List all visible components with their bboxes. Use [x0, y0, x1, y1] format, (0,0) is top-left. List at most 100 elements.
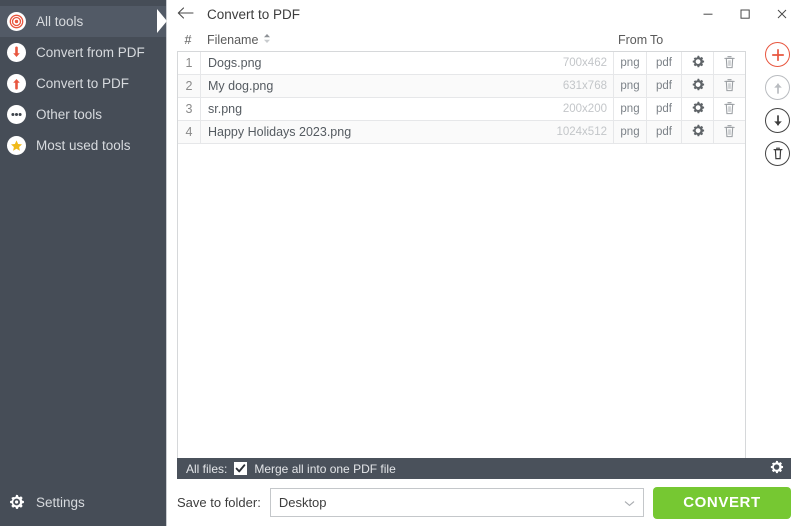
- file-list-area: # Filename From To 1 Dogs.png 700x462 pn…: [167, 28, 800, 458]
- gear-icon: [691, 78, 705, 95]
- row-number: 4: [178, 121, 201, 143]
- row-from-format: png: [614, 52, 647, 74]
- window-title: Convert to PDF: [207, 6, 301, 22]
- maximize-button[interactable]: [726, 0, 763, 28]
- window-controls: [689, 0, 800, 28]
- sort-icon[interactable]: [263, 33, 271, 47]
- main-panel: Convert to PDF # Filename From To 1 Dogs…: [166, 0, 800, 526]
- close-button[interactable]: [763, 0, 800, 28]
- table-row[interactable]: 1 Dogs.png 700x462 png pdf: [178, 52, 745, 75]
- chevron-down-icon: [624, 495, 635, 510]
- table-row[interactable]: 4 Happy Holidays 2023.png 1024x512 png p…: [178, 121, 745, 144]
- all-files-label: All files:: [186, 461, 228, 476]
- merge-checkbox[interactable]: [234, 462, 248, 475]
- move-down-button[interactable]: [765, 108, 790, 133]
- row-filename: My dog.png: [208, 79, 274, 93]
- row-number: 2: [178, 75, 201, 97]
- file-table-header: # Filename From To: [177, 28, 746, 51]
- row-settings-button[interactable]: [682, 52, 714, 74]
- header-filename[interactable]: Filename: [199, 33, 618, 47]
- sidebar-item-most-used-tools[interactable]: Most used tools: [0, 130, 166, 161]
- sidebar-item-label: Other tools: [36, 107, 103, 122]
- row-from-format: png: [614, 98, 647, 120]
- merge-label: Merge all into one PDF file: [254, 461, 396, 476]
- trash-icon: [723, 101, 736, 118]
- row-settings-button[interactable]: [682, 98, 714, 120]
- sidebar-item-other-tools[interactable]: Other tools: [0, 99, 166, 130]
- gear-icon: [691, 124, 705, 141]
- file-table: # Filename From To 1 Dogs.png 700x462 pn…: [177, 28, 746, 458]
- row-delete-button[interactable]: [714, 98, 745, 120]
- row-filename: Happy Holidays 2023.png: [208, 125, 352, 139]
- sidebar: All tools Convert from PDF Convert to PD…: [0, 0, 167, 526]
- ellipsis-icon: [7, 105, 26, 124]
- row-to-format: pdf: [647, 52, 682, 74]
- minimize-button[interactable]: [689, 0, 726, 28]
- trash-icon: [723, 78, 736, 95]
- file-table-body: 1 Dogs.png 700x462 png pdf 2 My dog.png …: [177, 51, 746, 458]
- gear-icon: [769, 460, 784, 478]
- table-row[interactable]: 2 My dog.png 631x768 png pdf: [178, 75, 745, 98]
- row-delete-button[interactable]: [714, 121, 745, 143]
- convert-button[interactable]: CONVERT: [653, 486, 791, 519]
- row-filename: sr.png: [208, 102, 243, 116]
- row-settings-button[interactable]: [682, 121, 714, 143]
- row-from-format: png: [614, 121, 647, 143]
- folder-dropdown[interactable]: Desktop: [269, 488, 644, 517]
- delete-all-button[interactable]: [765, 141, 790, 166]
- row-dimensions: 631x768: [562, 80, 607, 92]
- gear-icon: [691, 55, 705, 72]
- sidebar-item-label: Most used tools: [36, 138, 131, 153]
- folder-dropdown-value: Desktop: [278, 495, 327, 510]
- row-to-format: pdf: [647, 98, 682, 120]
- row-number: 1: [178, 52, 201, 74]
- row-filename-cell: sr.png 200x200: [201, 98, 614, 120]
- header-number: #: [184, 32, 192, 47]
- arrow-down-icon: [7, 43, 26, 62]
- row-delete-button[interactable]: [714, 52, 745, 74]
- header-from: From: [618, 32, 648, 47]
- row-from-format: png: [614, 75, 647, 97]
- sidebar-item-label: Convert to PDF: [36, 76, 130, 91]
- settings-label: Settings: [36, 495, 85, 510]
- row-filename-cell: Happy Holidays 2023.png 1024x512: [201, 121, 614, 143]
- sidebar-item-all-tools[interactable]: All tools: [0, 6, 166, 37]
- row-dimensions: 200x200: [562, 103, 607, 115]
- arrow-left-icon: [177, 6, 194, 23]
- save-to-folder-label: Save to folder:: [177, 495, 261, 510]
- title-bar: Convert to PDF: [167, 0, 800, 28]
- trash-icon: [723, 124, 736, 141]
- file-actions-rail: [755, 28, 800, 458]
- gear-icon: [691, 101, 705, 118]
- sidebar-item-convert-to-pdf[interactable]: Convert to PDF: [0, 68, 166, 99]
- table-row[interactable]: 3 sr.png 200x200 png pdf: [178, 98, 745, 121]
- row-filename-cell: Dogs.png 700x462: [201, 52, 614, 74]
- header-to: To: [650, 32, 664, 47]
- move-up-button[interactable]: [765, 75, 790, 100]
- add-file-button[interactable]: [765, 42, 790, 67]
- arrow-up-icon: [7, 74, 26, 93]
- row-dimensions: 700x462: [562, 57, 607, 69]
- header-filename-label: Filename: [207, 32, 259, 47]
- row-dimensions: 1024x512: [556, 126, 607, 138]
- row-to-format: pdf: [647, 121, 682, 143]
- row-to-format: pdf: [647, 75, 682, 97]
- sidebar-item-settings[interactable]: Settings: [0, 487, 166, 518]
- row-settings-button[interactable]: [682, 75, 714, 97]
- sidebar-item-label: Convert from PDF: [36, 45, 145, 60]
- row-number: 3: [178, 98, 201, 120]
- application-window: All tools Convert from PDF Convert to PD…: [0, 0, 800, 526]
- merge-settings-button[interactable]: [769, 460, 784, 478]
- star-icon: [7, 136, 26, 155]
- save-bar: Save to folder: Desktop CONVERT: [167, 479, 800, 526]
- sidebar-item-label: All tools: [36, 14, 84, 29]
- trash-icon: [723, 55, 736, 72]
- back-button[interactable]: [167, 0, 203, 28]
- row-filename-cell: My dog.png 631x768: [201, 75, 614, 97]
- target-icon: [7, 12, 26, 31]
- sidebar-item-convert-from-pdf[interactable]: Convert from PDF: [0, 37, 166, 68]
- row-filename: Dogs.png: [208, 56, 262, 70]
- gear-icon: [7, 493, 26, 512]
- merge-options-bar: All files: Merge all into one PDF file: [177, 458, 791, 479]
- row-delete-button[interactable]: [714, 75, 745, 97]
